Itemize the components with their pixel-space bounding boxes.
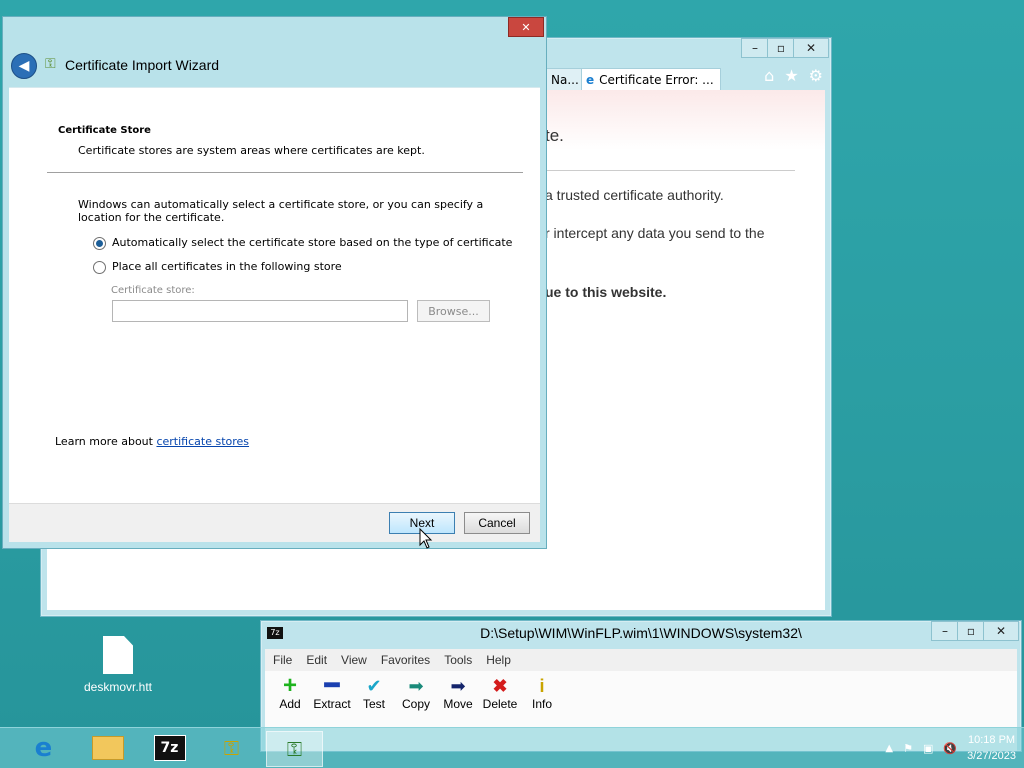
certificate-import-wizard[interactable]: ✕ ◀ ⚿ Certificate Import Wizard Certific… xyxy=(2,16,547,549)
sevenzip-title: D:\Setup\WIM\WinFLP.wim\1\WINDOWS\system… xyxy=(480,625,802,641)
ie-tab-label: Na... xyxy=(551,73,579,87)
desktop-icon-deskmovr[interactable]: deskmovr.htt xyxy=(82,636,154,694)
gear-icon[interactable]: ⚙ xyxy=(809,66,823,85)
certificate-store-label: Certificate store: xyxy=(111,285,195,296)
tool-label: Info xyxy=(531,697,552,711)
radio-auto-select[interactable]: Automatically select the certificate sto… xyxy=(93,236,512,250)
copy-arrow-icon: ➡ xyxy=(408,676,424,696)
tool-label: Delete xyxy=(482,697,518,711)
move-arrow-icon: ➡ xyxy=(450,676,466,696)
sevenzip-close-button[interactable]: ✕ xyxy=(983,621,1019,641)
radio-manual-label: Place all certificates in the following … xyxy=(112,260,342,273)
ie-continue-link[interactable]: ue to this website. xyxy=(545,284,666,300)
learn-more-prefix: Learn more about xyxy=(55,435,153,448)
wizard-footer: Next Cancel xyxy=(9,503,540,542)
ie-minimize-button[interactable]: – xyxy=(741,38,769,58)
sevenzip-logo-icon: 7z xyxy=(153,735,186,761)
network-icon[interactable]: ▣ xyxy=(923,742,933,755)
tab-close-icon[interactable]: ✕ xyxy=(720,73,721,87)
certificate-import-icon: ⚿ xyxy=(286,737,303,761)
menu-file[interactable]: File xyxy=(273,653,292,667)
ie-logo-icon: e xyxy=(34,733,53,763)
minus-icon: ━ xyxy=(324,672,340,699)
check-icon: ✔ xyxy=(366,676,382,696)
ie-tab-label: Certificate Error: ... xyxy=(599,73,714,87)
tool-label: Test xyxy=(362,697,385,711)
wizard-close-button[interactable]: ✕ xyxy=(508,17,544,37)
taskbar-cert-wizard-button[interactable]: ⚿ xyxy=(266,731,323,767)
certificate-icon: ⚿ xyxy=(45,56,56,72)
tool-label: Add xyxy=(279,697,301,711)
sevenzip-maximize-button[interactable]: ▫ xyxy=(957,621,985,641)
wizard-title: Certificate Import Wizard xyxy=(65,57,220,73)
learn-more-text: Learn more about certificate stores xyxy=(55,435,249,448)
section-title: Certificate Store xyxy=(58,125,151,136)
ie-logo-icon: e xyxy=(586,73,595,87)
folder-icon xyxy=(91,736,124,760)
desktop-icon-label: deskmovr.htt xyxy=(83,680,153,694)
tool-label: Copy xyxy=(401,697,430,711)
certificate-store-field[interactable] xyxy=(112,300,408,322)
ie-body-line: a trusted certificate authority. xyxy=(545,187,724,203)
clock[interactable]: 10:18 PM 3/27/2023 xyxy=(967,732,1016,764)
tool-label: Move xyxy=(443,697,473,711)
mouse-cursor-icon xyxy=(419,528,433,549)
clock-time: 10:18 PM xyxy=(967,734,1016,746)
certificate-stores-link[interactable]: certificate stores xyxy=(156,435,249,448)
section-description: Certificate stores are system areas wher… xyxy=(78,144,425,157)
cancel-button[interactable]: Cancel xyxy=(464,512,530,534)
system-tray: ▲ ⚑ ▣ 🔇 10:18 PM 3/27/2023 xyxy=(885,728,1016,768)
taskbar-ie-button[interactable]: e xyxy=(16,731,71,765)
ie-heading-fragment: te. xyxy=(545,126,564,145)
menu-view[interactable]: View xyxy=(341,653,367,667)
ie-tab-certificate-error[interactable]: e Certificate Error: ... ✕ xyxy=(581,68,721,92)
menu-favorites[interactable]: Favorites xyxy=(381,653,430,667)
taskbar-cert-manager-button[interactable]: ⚿ xyxy=(204,731,259,765)
ie-divider xyxy=(545,170,795,171)
radio-manual-indicator[interactable] xyxy=(93,260,106,274)
show-hidden-icons-icon[interactable]: ▲ xyxy=(885,743,893,754)
ie-body-line: r intercept any data you send to the xyxy=(545,225,765,241)
file-icon xyxy=(103,636,133,674)
flag-icon[interactable]: ⚑ xyxy=(903,742,913,755)
taskbar-explorer-button[interactable] xyxy=(80,731,135,765)
certificate-error-icon: ⚿ xyxy=(223,736,240,760)
radio-auto-indicator[interactable] xyxy=(93,236,106,250)
ie-maximize-button[interactable]: ▫ xyxy=(767,38,795,58)
star-icon[interactable]: ★ xyxy=(784,66,798,85)
section-divider xyxy=(47,172,523,173)
home-icon[interactable]: ⌂ xyxy=(764,66,774,85)
sevenzip-minimize-button[interactable]: – xyxy=(931,621,959,641)
volume-muted-icon[interactable]: 🔇 xyxy=(943,742,957,755)
menu-tools[interactable]: Tools xyxy=(444,653,472,667)
back-arrow-icon: ◀ xyxy=(18,58,30,74)
plus-icon: + xyxy=(282,672,297,699)
ie-close-button[interactable]: ✕ xyxy=(793,38,829,58)
ie-tab-1[interactable]: Na... xyxy=(546,68,582,92)
radio-place-in-store[interactable]: Place all certificates in the following … xyxy=(93,260,342,274)
back-button[interactable]: ◀ xyxy=(11,53,37,79)
ie-toolbar-icons: ⌂ ★ ⚙ xyxy=(764,66,823,85)
taskbar: e 7z ⚿ ⚿ ▲ ⚑ ▣ 🔇 10:18 PM 3/27/2023 xyxy=(0,727,1024,768)
taskbar-7zip-button[interactable]: 7z xyxy=(142,731,197,765)
intro-text: Windows can automatically select a certi… xyxy=(78,198,484,224)
browse-button[interactable]: Browse... xyxy=(417,300,490,322)
menu-help[interactable]: Help xyxy=(486,653,511,667)
clock-date: 3/27/2023 xyxy=(967,750,1016,762)
tool-label: Extract xyxy=(313,697,351,711)
menu-edit[interactable]: Edit xyxy=(306,653,327,667)
wizard-content: Certificate Store Certificate stores are… xyxy=(9,87,540,504)
radio-auto-label: Automatically select the certificate sto… xyxy=(112,236,513,249)
info-icon: i xyxy=(539,676,545,696)
sevenzip-menubar: File Edit View Favorites Tools Help xyxy=(265,649,1017,671)
delete-x-icon: ✖ xyxy=(492,676,508,696)
